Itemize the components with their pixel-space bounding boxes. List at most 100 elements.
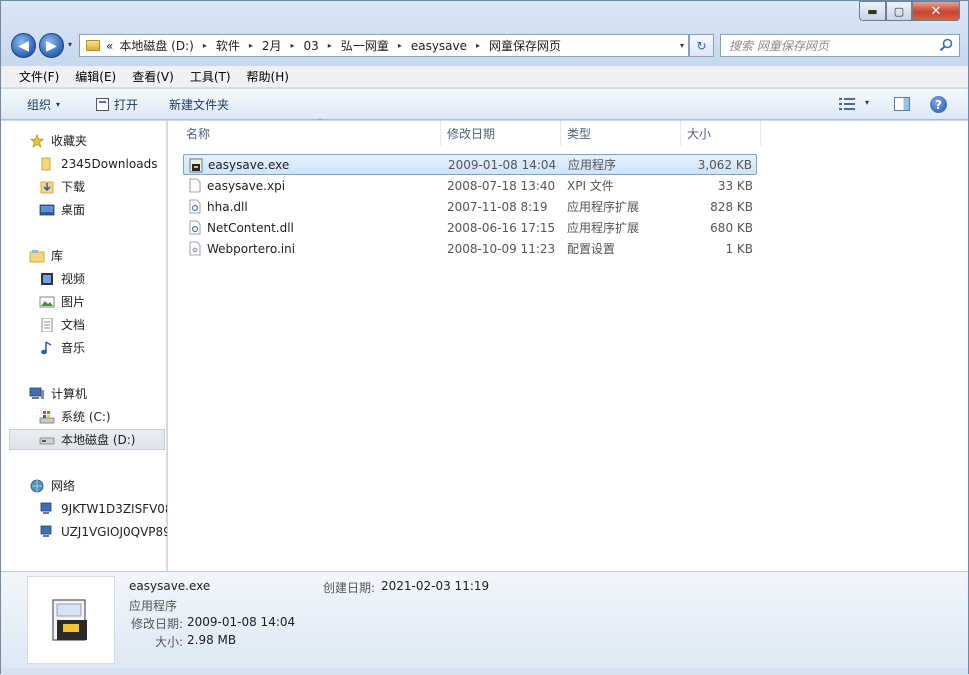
nav-item-2345downloads[interactable]: 2345Downloads (1, 153, 167, 174)
details-pane: easysave.exe 应用程序 修改日期: 2009-01-08 14:04… (1, 571, 968, 668)
file-row[interactable]: easysave.xpi 2008-07-18 13:40 XPI 文件 33 … (183, 175, 757, 196)
exe-icon (52, 599, 87, 641)
file-row[interactable]: NetContent.dll 2008-06-16 17:15 应用程序扩展 6… (183, 217, 757, 238)
exe-icon (189, 158, 203, 173)
nav-favorites[interactable]: 收藏夹 (1, 130, 167, 151)
dll-icon (189, 199, 201, 214)
nav-libraries[interactable]: 库 (1, 245, 167, 266)
explorer-window: ▬ ▢ ✕ ◀ ▶ ▾ « 本地磁盘 (D:) ▸ 软件 ▸ 2月 ▸ 03 ▸ 弘一网… (0, 0, 969, 675)
music-icon (41, 340, 52, 354)
breadcrumb-overflow[interactable]: « (106, 39, 113, 53)
details-created-value: 2021-02-03 11:19 (381, 579, 490, 593)
video-icon (41, 272, 53, 285)
column-header-date[interactable]: 修改日期 (441, 121, 561, 146)
nav-item-music[interactable]: 音乐 (1, 337, 167, 358)
ini-icon (189, 241, 201, 256)
nav-item-network-pc[interactable]: 9JKTW1D3ZISFV08 (1, 498, 167, 519)
menu-help[interactable]: 帮助(H) (239, 68, 297, 85)
breadcrumb-separator-icon[interactable]: ▸ (291, 41, 295, 50)
organize-button[interactable]: 组织 ▾ (27, 96, 60, 113)
desktop-icon (39, 204, 55, 215)
back-arrow-icon: ◀ (18, 37, 29, 54)
nav-computer[interactable]: 计算机 (1, 383, 167, 404)
hard-drive-icon (39, 437, 55, 444)
title-bar[interactable]: ▬ ▢ ✕ (1, 1, 968, 29)
pictures-icon (39, 296, 55, 307)
network-computer-icon (40, 502, 52, 514)
details-size-label: 大小: (154, 635, 183, 649)
close-icon: ✕ (930, 3, 942, 19)
nav-item-drive-d[interactable]: 本地磁盘 (D:) (9, 429, 165, 450)
breadcrumb-item[interactable]: 2月 ▸ (262, 37, 304, 54)
file-row[interactable]: Webportero.ini 2008-10-09 11:23 配置设置 1 K… (183, 238, 757, 259)
file-list: 名称 ˄ 修改日期 类型 大小 easysave.exe 2009-01-08 … (168, 118, 968, 571)
file-row[interactable]: hha.dll 2007-11-08 8:19 应用程序扩展 828 KB (183, 196, 757, 217)
minimize-icon: ▬ (867, 4, 878, 18)
address-bar[interactable]: « 本地磁盘 (D:) ▸ 软件 ▸ 2月 ▸ 03 ▸ 弘一网童 ▸ easysave ▸… (79, 34, 689, 57)
search-input[interactable] (721, 35, 931, 56)
details-size-value: 2.98 MB (187, 633, 237, 647)
minimize-button[interactable]: ▬ (859, 1, 886, 21)
nav-network[interactable]: 网络 (1, 475, 167, 496)
menu-tools[interactable]: 工具(T) (182, 68, 239, 85)
file-thumbnail (27, 576, 115, 664)
view-dropdown-icon[interactable]: ▾ (865, 98, 869, 107)
network-computer-icon (40, 525, 52, 537)
breadcrumb-item[interactable]: 本地磁盘 (D:) ▸ (119, 37, 215, 54)
column-header-size[interactable]: 大小 (681, 121, 761, 146)
new-folder-button[interactable]: 新建文件夹 (169, 96, 229, 113)
menu-edit[interactable]: 编辑(E) (67, 68, 124, 85)
chevron-down-icon: ▾ (56, 100, 61, 109)
column-header-name[interactable]: 名称 ˄ (180, 118, 441, 146)
details-file-name: easysave.exe (129, 579, 211, 593)
documents-icon (41, 317, 53, 332)
menu-view[interactable]: 查看(V) (124, 68, 182, 85)
maximize-button[interactable]: ▢ (886, 1, 912, 21)
nav-item-downloads[interactable]: 下载 (1, 176, 167, 197)
folder-icon (86, 40, 100, 51)
breadcrumb-separator-icon[interactable]: ▸ (249, 41, 253, 50)
view-options-icon[interactable] (839, 98, 855, 110)
help-icon[interactable]: ? (930, 96, 947, 113)
refresh-button[interactable]: ↻ (689, 34, 714, 57)
breadcrumb-item[interactable]: easysave ▸ (411, 39, 489, 53)
nav-item-network-pc[interactable]: UZJ1VGIOJ0QVP89 (1, 521, 167, 542)
breadcrumb-separator-icon[interactable]: ▸ (476, 41, 480, 50)
nav-item-desktop[interactable]: 桌面 (1, 199, 167, 220)
command-bar: 组织 ▾ 打开 新建文件夹 ▾ ? (1, 89, 968, 120)
breadcrumb-separator-icon[interactable]: ▸ (203, 41, 207, 50)
star-icon (29, 133, 45, 148)
preview-pane-icon[interactable] (894, 97, 910, 111)
search-box[interactable] (720, 34, 960, 57)
folder-icon (41, 157, 51, 170)
back-button[interactable]: ◀ (11, 33, 36, 58)
breadcrumb-item[interactable]: 软件 ▸ (216, 37, 262, 54)
column-header-type[interactable]: 类型 (561, 121, 681, 146)
file-row[interactable]: easysave.exe 2009-01-08 14:04 应用程序 3,062… (183, 154, 757, 175)
breadcrumb-current[interactable]: 网童保存网页 (489, 37, 561, 54)
nav-item-documents[interactable]: 文档 (1, 314, 167, 335)
details-file-type: 应用程序 (129, 599, 178, 613)
details-modified-value: 2009-01-08 14:04 (187, 615, 296, 629)
nav-item-pictures[interactable]: 图片 (1, 291, 167, 312)
breadcrumb-separator-icon[interactable]: ▸ (398, 41, 402, 50)
menu-file[interactable]: 文件(F) (11, 68, 67, 85)
open-button[interactable]: 打开 (96, 96, 138, 113)
forward-button[interactable]: ▶ (39, 33, 64, 58)
breadcrumb-item[interactable]: 弘一网童 ▸ (341, 37, 411, 54)
system-drive-icon (39, 410, 55, 423)
nav-item-drive-c[interactable]: 系统 (C:) (1, 406, 167, 427)
sort-ascending-icon: ˄ (318, 118, 322, 127)
search-icon[interactable] (939, 38, 953, 52)
forward-arrow-icon: ▶ (46, 37, 57, 54)
address-dropdown-icon[interactable]: ▾ (680, 41, 684, 50)
breadcrumb-item[interactable]: 03 ▸ (304, 39, 341, 53)
close-button[interactable]: ✕ (912, 1, 960, 21)
network-icon (30, 479, 44, 492)
library-icon (29, 249, 45, 262)
recent-pages-dropdown[interactable]: ▾ (68, 40, 72, 49)
file-icon (189, 178, 201, 193)
breadcrumb-separator-icon[interactable]: ▸ (328, 41, 332, 50)
dll-icon (189, 220, 201, 235)
nav-item-videos[interactable]: 视频 (1, 268, 167, 289)
